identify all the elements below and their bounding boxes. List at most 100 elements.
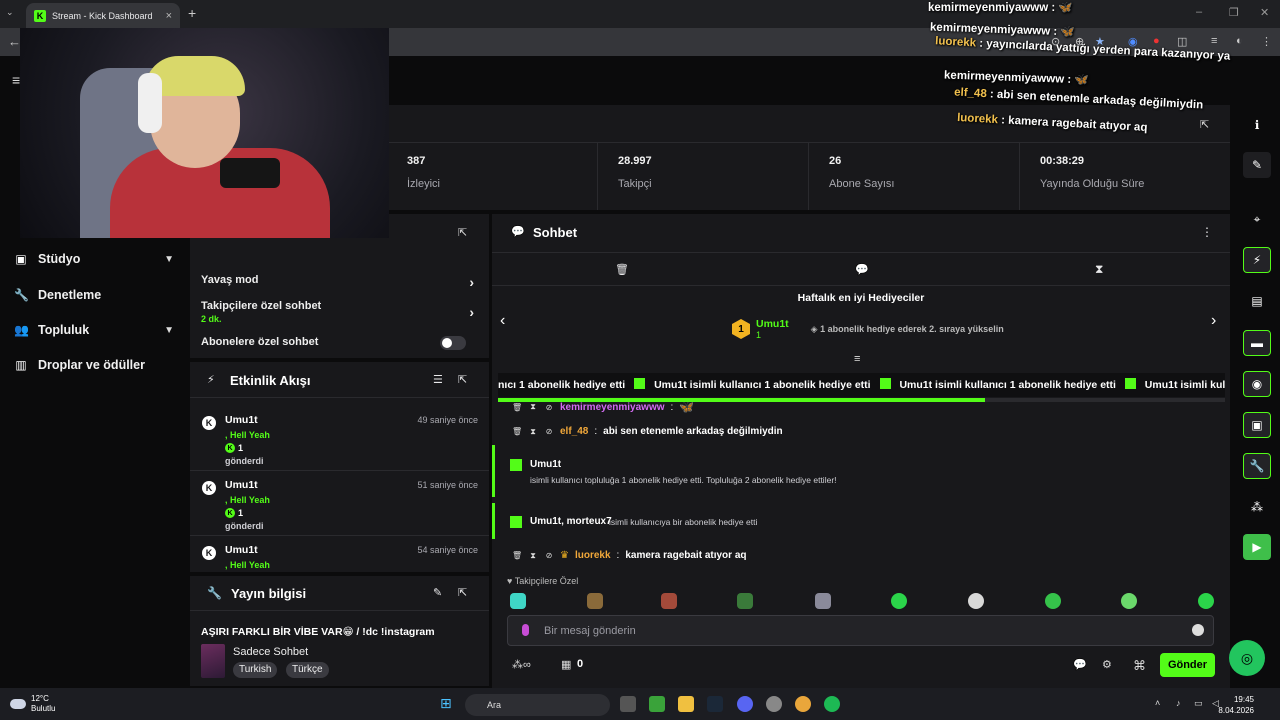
edit-pencil-icon[interactable]: ✎ [1243,152,1271,178]
sidebar-item-moderation[interactable]: 🔧 Denetleme [14,288,174,302]
sidebar-item-drops[interactable]: ▥ Droplar ve ödüller [14,358,174,372]
obs-icon[interactable] [766,696,782,712]
spotify-icon[interactable] [824,696,840,712]
chevron-left-icon[interactable]: ‹ [500,312,505,330]
sidebar-item-community[interactable]: 👥 Topluluk ▼ [14,323,174,337]
steam-icon[interactable] [707,696,723,712]
microphone-icon[interactable] [522,624,529,636]
emote-icon[interactable] [661,593,677,609]
chat-bubble-icon[interactable]: ▬ [1243,330,1271,356]
timeout-icon[interactable]: ⧗ [528,402,538,412]
tab-list-icon[interactable]: ⌄ [6,7,14,18]
tag-pill[interactable]: Türkçe [286,662,329,678]
extensions-puzzle-icon[interactable]: ◫ [1177,35,1187,48]
minimize-icon[interactable]: – [1196,6,1202,18]
points-icon[interactable]: ⁂∞ [512,658,531,671]
collapse-icon[interactable]: ≡ [854,353,860,365]
emote-icon[interactable] [1121,593,1137,609]
chat-bubble-icon[interactable]: 💬 [855,263,869,276]
emote-icon[interactable] [587,593,603,609]
task-view-icon[interactable] [620,696,636,712]
delete-icon[interactable]: 🗑 [512,403,522,412]
network-icon[interactable]: ▭ [1194,698,1203,709]
minecraft-icon[interactable] [649,696,665,712]
broadcast-icon[interactable]: ◉ [1243,371,1271,397]
popout-icon[interactable]: ⇱ [1200,118,1209,131]
activity-user[interactable]: Umu1t [225,479,258,491]
new-tab-icon[interactable]: + [188,5,196,21]
weather-widget[interactable]: 12°C Bulutlu [10,694,55,714]
chat-username[interactable]: luorekk [575,550,611,561]
more-options-icon[interactable]: ⋮ [1201,225,1213,239]
emoji-icon[interactable] [1192,624,1204,636]
popout-icon[interactable]: ⇱ [458,586,467,599]
camera-focus-icon[interactable]: ⌖ [1243,206,1271,232]
close-window-icon[interactable]: ✕ [1260,6,1269,19]
taskbar-clock[interactable]: 19:45 8.04.2026 [1218,694,1254,716]
emote-icon[interactable] [1198,593,1214,609]
filter-icon[interactable]: ☰ [433,373,443,386]
media-icon[interactable]: ▶ [1243,534,1271,560]
activity-user[interactable]: Umu1t [225,414,258,426]
windows-start-icon[interactable]: ⊞ [440,695,452,712]
file-explorer-icon[interactable] [678,696,694,712]
stream-info-icon[interactable]: ▣ [1243,412,1271,438]
edit-pencil-icon[interactable]: ✎ [433,586,442,599]
support-chat-icon[interactable]: ◎ [1229,640,1265,676]
top-gifter-name[interactable]: Umu1t [756,318,789,330]
controller-icon[interactable]: ⌘ [1133,658,1146,674]
discord-icon[interactable] [737,696,753,712]
activity-user[interactable]: Umu1t [225,544,258,556]
menu-icon[interactable]: ≡ [12,72,20,88]
community-icon[interactable]: ⁂ [1243,494,1271,520]
emote-icon[interactable] [891,593,907,609]
emote-icon[interactable] [815,593,831,609]
sidebar-item-studio[interactable]: ▣ Stüdyo ▼ [14,252,174,266]
popout-icon[interactable]: ⇱ [458,226,467,239]
delete-icon[interactable]: 🗑 [512,551,522,560]
reading-list-icon[interactable]: ≡ [1211,35,1217,47]
ban-icon[interactable]: ⊘ [544,551,554,560]
chevron-right-icon[interactable]: › [1211,312,1216,330]
timeout-icon[interactable]: ⧗ [528,551,538,561]
emote-icon[interactable] [968,593,984,609]
chat-bubble-icon[interactable]: 💬 [1073,658,1087,671]
sub-gift-user[interactable]: Umu1t [530,459,561,470]
send-button[interactable]: Gönder [1160,653,1215,677]
stream-category[interactable]: Sadece Sohbet [233,646,308,658]
extension-red-icon[interactable]: ● [1153,35,1160,47]
followers-only-row[interactable]: Takipçilere özel sohbet 2 dk. › [201,300,478,324]
gear-icon[interactable]: ⚙ [1102,658,1112,671]
mic-tray-icon[interactable]: ♪ [1176,698,1181,708]
popout-icon[interactable]: ⇱ [458,373,467,386]
sub-gift-users[interactable]: Umu1t, morteux7 [530,516,612,527]
chat-username[interactable]: kemirmeyenmiyawww [560,402,665,413]
browser-tab[interactable]: K Stream - Kick Dashboard × [26,3,180,28]
slow-mode-row[interactable]: Yavaş mod › [201,274,478,290]
bolt-icon[interactable]: ⚡ [1243,247,1271,273]
wrench-icon[interactable]: 🔧 [1243,453,1271,479]
ban-icon[interactable]: ⊘ [544,427,554,436]
chrome-icon[interactable] [795,696,811,712]
tray-overflow-icon[interactable]: ˄ [1155,698,1160,708]
timeout-icon[interactable]: ⧗ [528,427,538,437]
subscribers-only-toggle[interactable] [440,336,466,350]
taskbar-search[interactable]: Ara [465,694,610,716]
emote-icon[interactable] [510,593,526,609]
tab-close-icon[interactable]: × [166,10,172,22]
emote-icon[interactable] [737,593,753,609]
browser-menu-icon[interactable]: ⋮ [1261,35,1272,48]
emote-icon[interactable] [1045,593,1061,609]
info-icon[interactable]: ℹ [1243,112,1271,138]
document-icon[interactable]: ▤ [1243,288,1271,314]
chat-message-input[interactable] [544,622,1144,640]
profile-icon[interactable]: ◐ [1236,35,1243,47]
store-icon[interactable]: ▦ [561,658,571,671]
chat-username[interactable]: elf_48 [560,426,588,437]
tag-pill[interactable]: Turkish [233,662,278,678]
hourglass-icon[interactable]: ⧗ [1095,262,1103,277]
maximize-icon[interactable]: ❐ [1229,6,1239,19]
ban-icon[interactable]: ⊘ [544,403,554,412]
delete-icon[interactable]: 🗑 [512,427,522,436]
trash-icon[interactable]: 🗑 [615,263,629,276]
